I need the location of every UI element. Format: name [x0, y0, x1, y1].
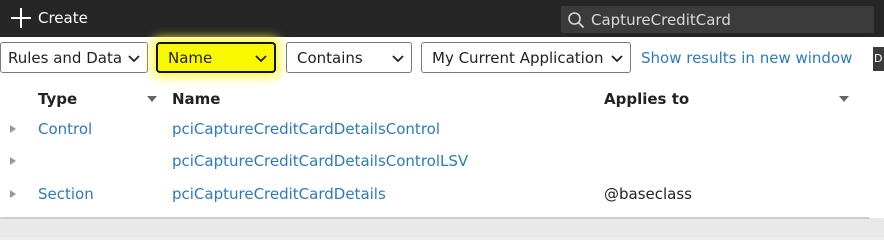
row-applies-to: @baseclass	[604, 185, 692, 203]
row-type[interactable]: Control	[38, 120, 92, 138]
category-select[interactable]: Rules and Data	[0, 42, 148, 73]
create-button[interactable]: Create	[10, 5, 88, 31]
chevron-down-icon	[611, 54, 623, 62]
expand-icon[interactable]	[10, 190, 16, 198]
row-name[interactable]: pciCaptureCreditCardDetailsControlLSV	[172, 152, 468, 170]
field-select[interactable]: Name	[156, 42, 276, 73]
expand-icon[interactable]	[10, 157, 16, 165]
search-results-panel: Rules and Data Name Contains My Current …	[0, 37, 869, 218]
column-header-type[interactable]: Type	[38, 90, 77, 108]
type-sort-icon[interactable]	[147, 96, 157, 102]
background-page-edge: D	[869, 37, 884, 218]
scope-select[interactable]: My Current Application	[421, 42, 631, 73]
top-bar: Create CaptureCreditCard	[0, 0, 884, 37]
plus-icon	[10, 7, 32, 29]
scope-select-value: My Current Application	[432, 48, 604, 67]
chevron-down-icon	[128, 54, 140, 62]
background-button[interactable]: D	[873, 47, 884, 71]
row-type[interactable]: Section	[38, 185, 94, 203]
field-select-value: Name	[168, 48, 213, 67]
table-row: Control pciCaptureCreditCardDetailsContr…	[0, 114, 869, 146]
category-select-value: Rules and Data	[8, 48, 123, 67]
search-input[interactable]: CaptureCreditCard	[561, 6, 874, 33]
show-results-link[interactable]: Show results in new window	[641, 49, 852, 67]
chevron-down-icon	[392, 54, 404, 62]
column-header-name[interactable]: Name	[172, 90, 220, 108]
operator-select[interactable]: Contains	[286, 42, 412, 73]
row-name[interactable]: pciCaptureCreditCardDetails	[172, 185, 386, 203]
operator-select-value: Contains	[297, 48, 363, 67]
search-value: CaptureCreditCard	[591, 10, 731, 29]
background-page	[0, 219, 884, 237]
expand-icon[interactable]	[10, 125, 16, 133]
applies-to-sort-icon[interactable]	[839, 96, 849, 102]
row-name[interactable]: pciCaptureCreditCardDetailsControl	[172, 120, 440, 138]
search-icon	[568, 11, 585, 28]
column-header-applies-to[interactable]: Applies to	[604, 90, 689, 108]
table-row: Section pciCaptureCreditCardDetails @bas…	[0, 179, 869, 211]
chevron-down-icon	[255, 54, 267, 62]
table-row: pciCaptureCreditCardDetailsControlLSV	[0, 146, 869, 178]
create-label: Create	[38, 9, 88, 27]
